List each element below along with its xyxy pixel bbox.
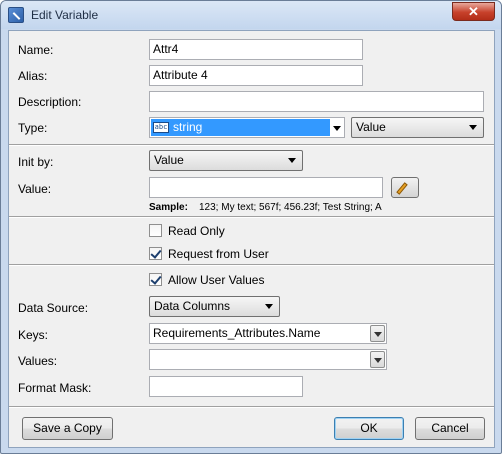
type-dropdown[interactable]: abc string [149,117,345,138]
chevron-down-icon [288,158,296,163]
separator [9,144,494,146]
pencil-app-icon [8,7,24,23]
edit-value-button[interactable] [391,177,419,198]
pencil-icon [396,182,408,195]
name-input[interactable]: Attr4 [149,39,363,60]
values-combobox[interactable] [149,349,387,370]
data-source-value: Data Columns [154,299,231,313]
close-button[interactable]: ✕ [452,2,495,21]
data-source-label: Data Source: [18,301,89,315]
chevron-down-icon [469,125,477,130]
request-from-user-checkbox[interactable] [149,247,162,260]
type-selected-item: abc string [151,119,330,136]
chevron-down-icon[interactable] [370,351,385,368]
type-mode-value: Value [356,120,386,134]
data-source-select[interactable]: Data Columns [149,296,280,317]
read-only-label[interactable]: Read Only [168,224,225,238]
separator [9,264,494,266]
dialog-body: Name: Attr4 Alias: Attribute 4 Descripti… [8,30,495,448]
keys-label: Keys: [18,328,49,342]
init-by-value: Value [154,153,184,167]
title-bar[interactable]: Edit Variable ✕ [1,1,501,29]
string-type-icon: abc [153,122,169,134]
edit-variable-dialog: Edit Variable ✕ Name: Attr4 Alias: Attri… [0,0,502,454]
save-a-copy-button[interactable]: Save a Copy [22,417,113,440]
ok-button[interactable]: OK [334,417,404,440]
init-by-label: Init by: [18,155,54,169]
alias-label: Alias: [18,69,48,83]
type-value: string [173,120,203,134]
keys-combobox[interactable]: Requirements_Attributes.Name [149,323,387,344]
alias-input[interactable]: Attribute 4 [149,65,363,86]
chevron-down-icon [265,304,273,309]
separator [9,406,494,408]
window-title: Edit Variable [31,8,99,22]
allow-user-values-checkbox[interactable] [149,273,162,286]
sample-label: Sample: [149,202,188,213]
name-label: Name: [18,43,54,57]
format-mask-label: Format Mask: [18,381,92,395]
description-input[interactable] [149,91,484,112]
values-label: Values: [18,354,58,368]
value-input[interactable] [149,177,383,198]
request-from-user-label[interactable]: Request from User [168,247,269,261]
type-mode-select[interactable]: Value [351,117,484,138]
read-only-checkbox[interactable] [149,224,162,237]
init-by-select[interactable]: Value [149,150,303,171]
description-label: Description: [18,95,82,109]
chevron-down-icon[interactable] [370,325,385,342]
cancel-button[interactable]: Cancel [415,417,485,440]
sample-text: 123; My text; 567f; 456.23f; Test String… [199,202,382,213]
value-label: Value: [18,182,52,196]
separator [9,216,494,218]
keys-value: Requirements_Attributes.Name [153,326,321,340]
format-mask-input[interactable] [149,376,303,397]
allow-user-values-label[interactable]: Allow User Values [168,273,264,287]
chevron-down-icon[interactable] [333,126,341,131]
type-label: Type: [18,121,48,135]
